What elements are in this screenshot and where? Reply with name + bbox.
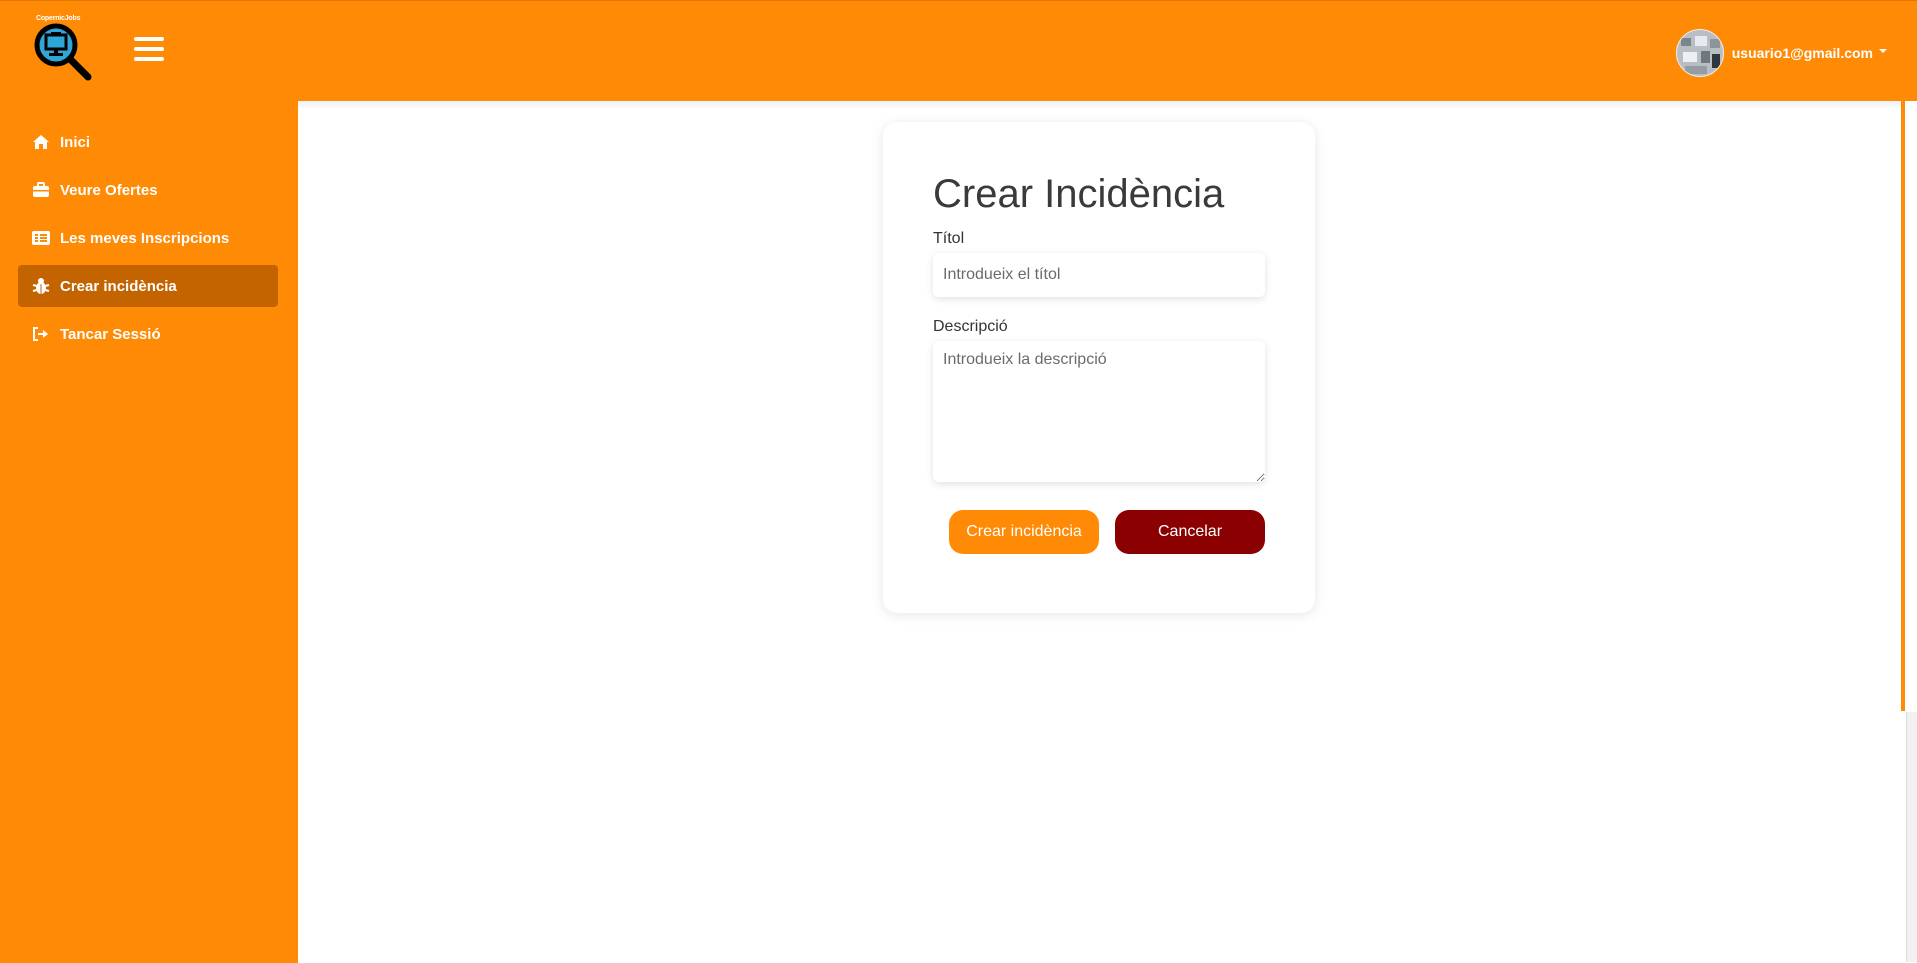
brand-logo[interactable]: CopernicJobs bbox=[34, 13, 114, 97]
sidebar-item-crear-incidencia[interactable]: Crear incidència bbox=[18, 265, 278, 307]
sidebar-item-label: Tancar Sessió bbox=[60, 325, 161, 343]
sidebar-item-label: Les meves Inscripcions bbox=[60, 229, 230, 247]
content-top-shadow bbox=[298, 101, 1901, 109]
magnifier-monitor-icon bbox=[34, 23, 92, 81]
sidebar-item-les-meves-inscripcions[interactable]: Les meves Inscripcions bbox=[18, 217, 278, 259]
hamburger-icon[interactable] bbox=[134, 37, 164, 65]
caret-down-icon bbox=[1879, 49, 1887, 53]
sidebar-item-label: Veure Ofertes bbox=[60, 181, 158, 199]
list-icon bbox=[32, 229, 50, 247]
top-navbar: CopernicJobs usuario1@gmail.com bbox=[0, 0, 1917, 101]
scrollbar-thumb[interactable] bbox=[1906, 712, 1917, 962]
sidebar-item-veure-ofertes[interactable]: Veure Ofertes bbox=[18, 169, 278, 211]
sidebar: Inici Veure Ofertes Les meves Inscripcio… bbox=[0, 101, 298, 963]
description-textarea[interactable] bbox=[933, 341, 1265, 482]
sidebar-item-label: Crear incidència bbox=[60, 277, 177, 295]
description-label: Descripció bbox=[933, 318, 1008, 335]
user-email: usuario1@gmail.com bbox=[1731, 45, 1873, 61]
sidebar-item-tancar-sessio[interactable]: Tancar Sessió bbox=[18, 313, 278, 355]
title-input[interactable] bbox=[933, 253, 1265, 297]
briefcase-icon bbox=[32, 181, 50, 199]
incident-form-card: Crear Incidència Títol Descripció Crear … bbox=[883, 122, 1315, 613]
page-title: Crear Incidència bbox=[933, 172, 1225, 216]
scroll-accent-strip bbox=[1901, 101, 1905, 711]
sidebar-item-label: Inici bbox=[60, 133, 91, 151]
logo-text: CopernicJobs bbox=[36, 15, 81, 22]
title-label: Títol bbox=[933, 230, 965, 247]
user-menu-dropdown[interactable]: usuario1@gmail.com bbox=[1675, 29, 1887, 77]
sign-out-icon bbox=[32, 325, 50, 343]
bug-icon bbox=[32, 277, 50, 295]
avatar[interactable] bbox=[1675, 29, 1724, 77]
home-icon bbox=[32, 133, 50, 151]
sidebar-item-inici[interactable]: Inici bbox=[18, 121, 278, 163]
create-incident-button[interactable]: Crear incidència bbox=[949, 510, 1099, 554]
cancel-button[interactable]: Cancelar bbox=[1115, 510, 1265, 554]
